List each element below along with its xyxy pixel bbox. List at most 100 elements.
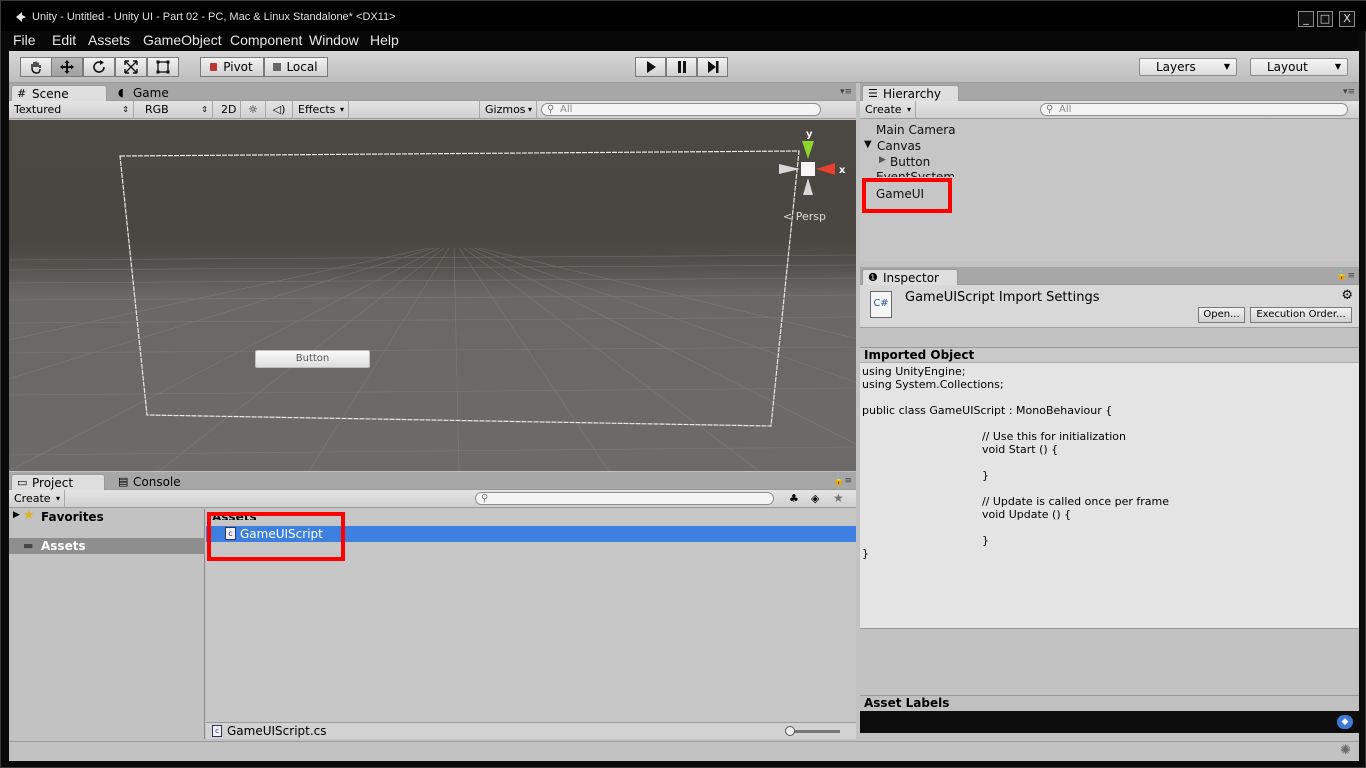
lighting-toggle[interactable]: ☼ [241,101,266,119]
move-tool-button[interactable] [51,57,83,77]
tab-console[interactable]: ▤ Console [113,474,193,491]
hierarchy-item-gameui[interactable]: GameUI [876,187,924,201]
hierarchy-item-canvas[interactable]: Canvas [877,139,921,153]
inspector-header: C# GameUIScript Import Settings ⚙ Open..… [860,285,1359,328]
pause-button[interactable] [666,57,697,77]
assets-tree-item[interactable]: ▬ Assets [9,538,205,554]
hierarchy-toolbar: Create ▾ ⚲ All [860,101,1359,119]
close-button[interactable]: X [1339,11,1355,27]
persp-text: Persp [795,210,826,223]
zoom-slider-thumb[interactable] [785,726,795,736]
dropdown-arrow-icon: ▾ [527,105,532,114]
execution-order-button[interactable]: Execution Order... [1250,307,1352,323]
persp-label[interactable]: < Persp [783,210,826,223]
asset-labels-bar: ◆ [860,711,1359,733]
script-file-icon: c [212,725,222,737]
pivot-toggle[interactable]: Pivot [200,57,264,77]
shading-dropdown[interactable]: Textured ⇕ [9,101,134,119]
hierarchy-search-input[interactable]: ⚲ All [1040,103,1348,116]
menu-help[interactable]: Help [370,32,399,48]
lock-menu-icon[interactable]: 🔒≡ [833,476,852,486]
audio-toggle[interactable]: ◁) [266,101,293,119]
play-icon [646,61,656,73]
window-title: Unity - Untitled - Unity UI - Part 02 - … [32,11,396,23]
rotate-tool-button[interactable] [83,57,115,77]
scene-viewport[interactable]: Button y x < Persp [9,120,856,471]
local-cube-icon [273,63,281,71]
project-search-input[interactable]: ⚲ [475,492,774,505]
project-tree: ▶ ★ Favorites ▬ Assets [9,508,205,739]
step-button[interactable] [697,57,728,77]
favorite-star-icon[interactable]: ★ [833,491,844,505]
zoom-slider[interactable] [785,726,840,736]
layout-dropdown[interactable]: Layout ▼ [1250,58,1348,76]
tag-icon[interactable]: ◆ [1337,715,1353,729]
scene-gizmo[interactable]: y x [771,127,846,197]
updown-arrow-icon: ⇕ [122,105,129,114]
hand-tool-button[interactable] [20,57,52,77]
expand-arrow-icon[interactable]: ▼ [864,139,872,150]
tab-inspector[interactable]: ❶ Inspector [862,269,958,286]
local-toggle[interactable]: Local [264,57,328,77]
menu-edit[interactable]: Edit [52,32,76,48]
folder-icon: ▬ [23,539,34,552]
unity-window: Unity - Untitled - Unity UI - Part 02 - … [0,0,1366,768]
filter-label-icon[interactable]: ◈ [811,492,819,505]
hierarchy-item-main-camera[interactable]: Main Camera [876,123,956,137]
menu-window[interactable]: Window [309,32,359,48]
lock-menu-icon[interactable]: 🔒≡ [1336,271,1355,281]
code-line: // Update is called once per frame [926,495,1170,508]
asset-labels-header: Asset Labels [860,695,1359,711]
maximize-button[interactable]: □ [1317,11,1333,27]
2d-toggle[interactable]: 2D [216,101,241,119]
color-mode-dropdown[interactable]: RGB ⇕ [140,101,213,119]
hierarchy-create-dropdown[interactable]: Create ▾ [860,101,916,119]
tab-hierarchy[interactable]: ☰ Hierarchy [862,85,959,102]
minimize-button[interactable]: _ [1298,11,1314,27]
rect-tool-button[interactable] [147,57,179,77]
gear-icon[interactable]: ⚙ [1341,288,1353,303]
tab-inspector-label: Inspector [883,271,939,285]
gizmos-dropdown[interactable]: Gizmos ▾ [479,101,537,119]
unity-logo-icon [16,12,26,22]
move-icon [60,60,74,74]
dropdown-arrow-icon: ▾ [339,105,344,114]
favorites-item[interactable]: Favorites [41,510,104,524]
menu-component[interactable]: Component [230,32,302,48]
menu-file[interactable]: File [13,32,36,48]
open-button[interactable]: Open... [1198,307,1245,323]
menu-assets[interactable]: Assets [88,32,130,48]
hierarchy-item-eventsystem[interactable]: EventSystem [876,170,955,177]
panel-menu-icon[interactable]: ▾≡ [1343,87,1355,97]
layers-label: Layers [1156,60,1196,74]
scene-search-input[interactable]: ⚲ All [541,103,821,116]
axis-y-label: y [806,129,813,140]
code-line: using System.Collections; [862,378,1004,391]
hand-icon [31,61,41,74]
project-create-dropdown[interactable]: Create ▾ [9,490,65,508]
dropdown-arrow-icon: ▼ [1334,62,1341,71]
expand-favorites-icon[interactable]: ▶ [13,510,20,520]
info-icon: ❶ [868,271,878,284]
code-line: } [926,534,989,547]
scale-tool-button[interactable] [115,57,147,77]
filter-type-icon[interactable]: ♣ [789,492,799,505]
highlight-box [207,512,345,561]
project-content: Assets c GameUIScript [206,509,856,722]
collapse-arrow-icon[interactable]: ▶ [879,155,886,165]
play-button[interactable] [635,57,666,77]
scene-toolbar: Textured ⇕ RGB ⇕ 2D ☼ ◁) Effects ▾ Gizmos ▾ … [9,101,856,119]
panel-menu-icon[interactable]: ▾≡ [840,87,852,97]
effects-dropdown[interactable]: Effects ▾ [293,101,349,119]
hierarchy-search-placeholder: All [1059,104,1072,115]
tab-project[interactable]: ▭ Project [11,474,105,491]
layers-dropdown[interactable]: Layers ▼ [1139,58,1237,76]
canvas-button[interactable]: Button [255,350,370,368]
scene-tabstrip: # Scene ◖ Game ▾≡ [9,83,856,102]
hierarchy-item-button[interactable]: Button [890,155,930,169]
menu-gameobject[interactable]: GameObject [143,32,222,48]
tab-game[interactable]: ◖ Game [113,85,183,102]
tab-project-label: Project [32,476,74,490]
tab-scene[interactable]: # Scene [11,85,107,102]
